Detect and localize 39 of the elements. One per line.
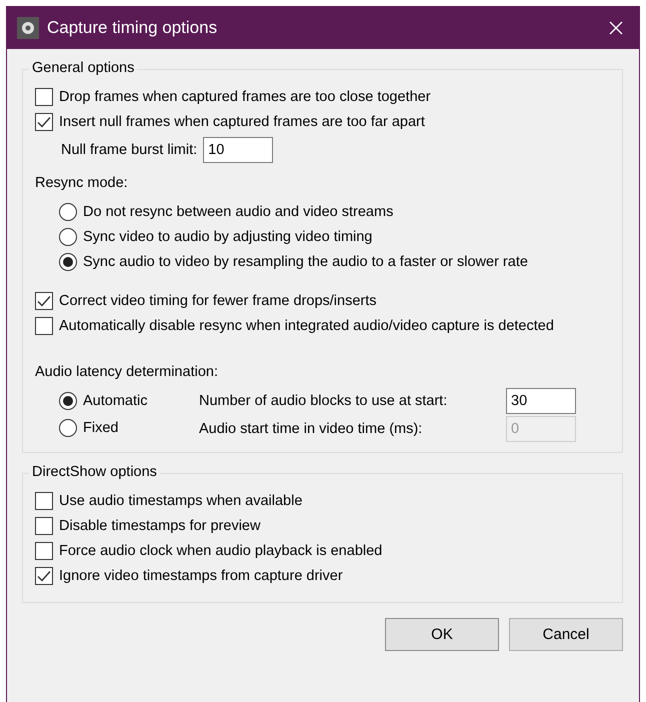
radio-button[interactable]	[59, 228, 77, 246]
field-label: Audio start time in video time (ms):	[199, 421, 424, 437]
input-field[interactable]: 10	[203, 136, 274, 162]
radio-label: Do not resync between audio and video streams	[83, 204, 394, 220]
dialog-button[interactable]: Cancel	[509, 618, 623, 651]
checkbox-label: Drop frames when captured frames are too close together	[59, 88, 431, 104]
checkbox[interactable]	[35, 292, 53, 310]
radio-button[interactable]	[59, 418, 77, 436]
group-title: General options	[29, 60, 138, 76]
field-label: Null frame burst limit:	[61, 142, 198, 158]
dialog-button[interactable]: OK	[385, 618, 499, 651]
checkbox[interactable]	[35, 566, 53, 584]
checkbox-label: Force audio clock when audio playback is enabled	[59, 542, 382, 558]
checkbox[interactable]	[35, 542, 53, 560]
section-label: Resync mode:	[35, 175, 129, 191]
section-label: Audio latency determination:	[35, 364, 219, 380]
window-title: Capture timing options	[47, 18, 218, 38]
radio-label: Fixed	[83, 420, 118, 436]
radio-label: Automatic	[83, 392, 148, 408]
checkbox-label: Ignore video timestamps from capture driver	[59, 568, 343, 584]
group-title: DirectShow options	[29, 464, 160, 480]
checkbox-label: Insert null frames when captured frames are too far apart	[59, 114, 425, 130]
checkbox[interactable]	[35, 112, 53, 130]
checkbox-label: Automatically disable resync when integrated audio/video capture is detected	[59, 318, 554, 334]
checkbox[interactable]	[35, 516, 53, 534]
checkbox[interactable]	[35, 316, 53, 334]
field-label: Number of audio blocks to use at start:	[199, 393, 448, 409]
checkbox-label: Use audio timestamps when available	[59, 492, 302, 508]
input-field[interactable]: 30	[506, 388, 576, 414]
radio-label: Sync video to audio by adjusting video timing	[83, 228, 372, 244]
close-icon	[609, 21, 623, 35]
checkbox[interactable]	[35, 88, 53, 106]
checkbox-label: Correct video timing for fewer frame drops/inserts	[59, 292, 376, 308]
radio-button[interactable]	[59, 252, 77, 270]
radio-button[interactable]	[59, 392, 77, 410]
checkbox[interactable]	[35, 492, 53, 510]
radio-label: Sync audio to video by resampling the audio to a faster or slower rate	[83, 254, 528, 270]
radio-button[interactable]	[59, 202, 77, 220]
checkbox-label: Disable timestamps for preview	[59, 518, 260, 534]
